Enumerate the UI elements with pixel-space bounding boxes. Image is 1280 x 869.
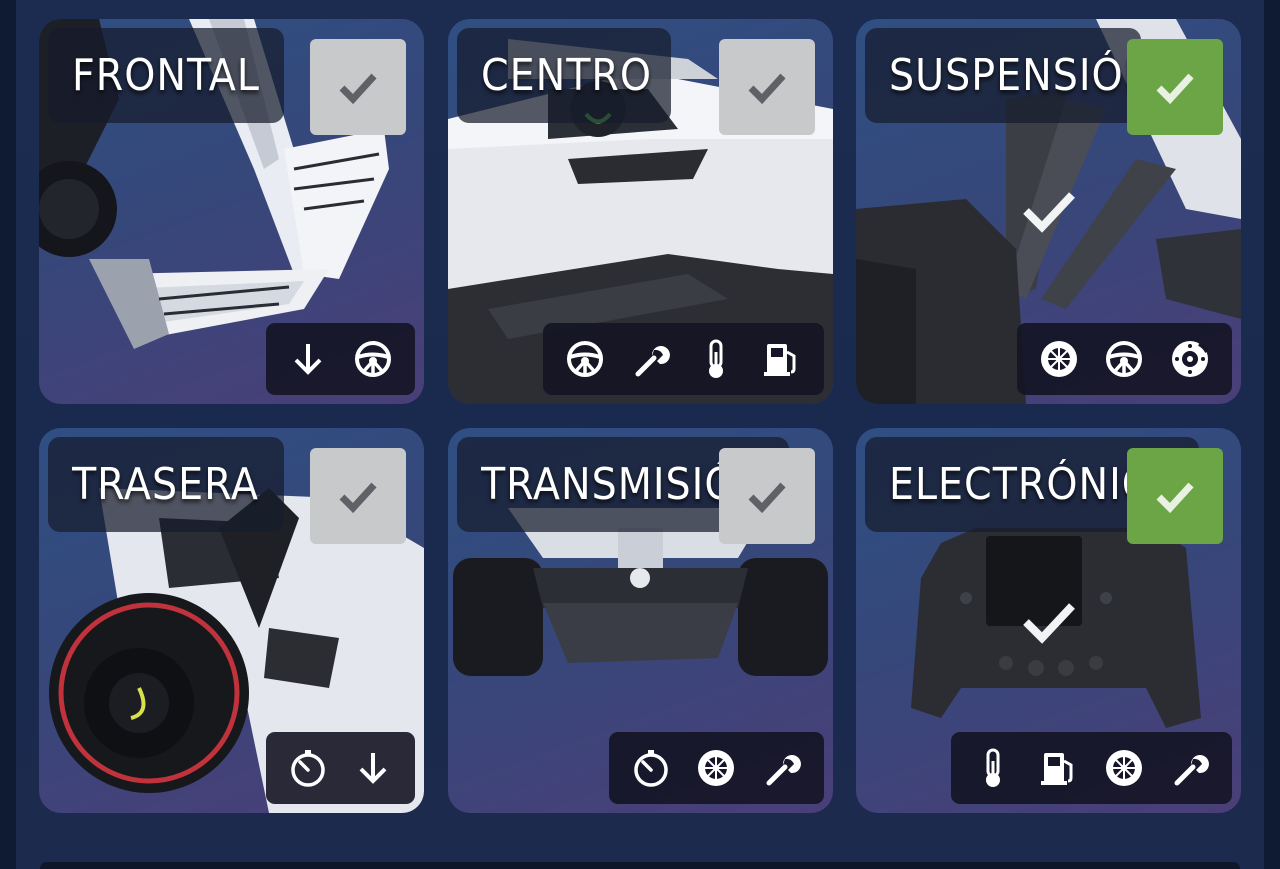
fuel-pump-icon (1032, 741, 1086, 795)
icon-bar (266, 323, 415, 395)
check-box[interactable] (719, 39, 815, 135)
bottom-bar (40, 862, 1240, 869)
icon-bar (609, 732, 824, 804)
icon-bar (543, 323, 824, 395)
thermometer-icon (689, 332, 743, 386)
check-icon (748, 73, 786, 105)
title-box: FRONTAL (48, 28, 284, 123)
stopwatch-icon (624, 741, 678, 795)
steering-wheel-icon (558, 332, 612, 386)
tyre-icon (689, 741, 743, 795)
title-box: TRASERA (48, 437, 284, 532)
completed-check-icon (1023, 192, 1075, 233)
check-icon (339, 73, 377, 105)
check-icon (1156, 482, 1194, 514)
stopwatch-icon (281, 741, 335, 795)
card-title: FRONTAL (72, 50, 260, 101)
icon-bar (951, 732, 1232, 804)
steering-wheel-icon (1097, 332, 1151, 386)
wrench-icon (755, 741, 809, 795)
check-box[interactable] (719, 448, 815, 544)
card-title: SUSPENSIÓN (889, 50, 1141, 101)
tyre-icon (1032, 332, 1086, 386)
card-frontal[interactable]: FRONTAL (39, 19, 424, 404)
fuel-pump-icon (755, 332, 809, 386)
icon-bar (266, 732, 415, 804)
thermometer-icon (966, 741, 1020, 795)
arrow-down-icon (281, 332, 335, 386)
arrow-down-icon (346, 741, 400, 795)
check-icon (339, 482, 377, 514)
card-electronica[interactable]: ELECTRÓNICA (856, 428, 1241, 813)
card-title: CENTRO (481, 50, 653, 101)
brake-disc-icon (1163, 332, 1217, 386)
card-centro[interactable]: CENTRO (448, 19, 833, 404)
icon-bar (1017, 323, 1232, 395)
check-box[interactable] (310, 39, 406, 135)
wrench-icon (624, 332, 678, 386)
title-box: CENTRO (457, 28, 671, 123)
card-transmision[interactable]: TRANSMISIÓN (448, 428, 833, 813)
card-trasera[interactable]: TRASERA (39, 428, 424, 813)
check-icon (748, 482, 786, 514)
check-box[interactable] (1127, 448, 1223, 544)
check-icon (1156, 73, 1194, 105)
tyre-icon (1097, 741, 1151, 795)
check-box[interactable] (1127, 39, 1223, 135)
title-box: SUSPENSIÓN (865, 28, 1141, 123)
wrench-icon (1163, 741, 1217, 795)
check-box[interactable] (310, 448, 406, 544)
completed-check-icon (1023, 603, 1075, 644)
card-title: TRASERA (72, 459, 259, 510)
steering-wheel-icon (346, 332, 400, 386)
card-suspension[interactable]: SUSPENSIÓN (856, 19, 1241, 404)
